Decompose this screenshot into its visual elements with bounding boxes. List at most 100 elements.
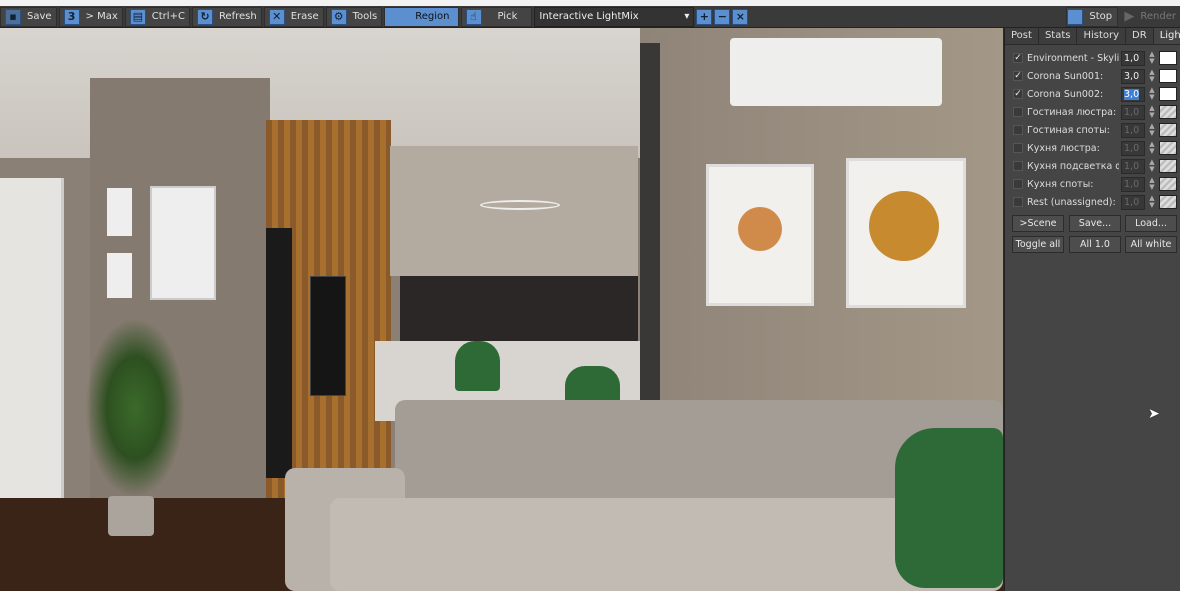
light-row: ✓ Corona Sun002: 3,0 ▲ ▼ <box>1013 86 1179 102</box>
lightmix-select[interactable]: Interactive LightMix ▾ <box>534 6 695 27</box>
light-checkbox[interactable] <box>1013 161 1023 171</box>
spinner-icon[interactable]: ▲ ▼ <box>1148 177 1156 191</box>
tab-lightmix[interactable]: LightMix <box>1153 28 1180 44</box>
light-checkbox[interactable] <box>1013 197 1023 207</box>
zoom-out-icon[interactable]: − <box>714 8 731 25</box>
spinner-icon[interactable]: ▲ ▼ <box>1148 123 1156 137</box>
tools-button[interactable]: ⚙ Tools <box>325 6 383 27</box>
save-lightmix-button[interactable]: Save... <box>1069 215 1121 232</box>
gear-icon: ⚙ <box>330 8 347 25</box>
toggle-all-button[interactable]: Toggle all <box>1012 236 1064 253</box>
panel-tabs: Post Stats History DR LightMix <box>1005 28 1180 45</box>
copy-button[interactable]: ▤ Ctrl+C <box>124 6 190 27</box>
spinner-icon[interactable]: ▲ ▼ <box>1148 105 1156 119</box>
max-button[interactable]: 3 > Max <box>58 6 123 27</box>
to-scene-button[interactable]: >Scene <box>1012 215 1064 232</box>
wall-art <box>706 164 814 306</box>
region-button[interactable]: Region <box>384 6 459 27</box>
hand-icon: ☝ <box>465 8 482 25</box>
light-label: Гостиная люстра: <box>1027 106 1117 118</box>
light-row: Гостиная споты: 1,0 ▲ ▼ <box>1013 122 1179 138</box>
light-color-swatch[interactable] <box>1159 105 1177 119</box>
tab-history[interactable]: History <box>1077 28 1127 44</box>
light-label: Rest (unassigned): <box>1027 196 1116 208</box>
spinner-icon[interactable]: ▲ ▼ <box>1148 69 1156 83</box>
render-viewport[interactable] <box>0 28 1003 591</box>
light-row: Rest (unassigned): 1,0 ▲ ▼ <box>1013 194 1179 210</box>
max-icon: 3 <box>63 8 80 25</box>
plant-pot <box>108 496 154 536</box>
light-color-swatch[interactable] <box>1159 87 1177 101</box>
tab-stats[interactable]: Stats <box>1038 28 1078 44</box>
light-row: Гостиная люстра: 1,0 ▲ ▼ <box>1013 104 1179 120</box>
render-button[interactable]: ▶ Render <box>1120 6 1180 27</box>
light-intensity-input[interactable]: 3,0 <box>1121 68 1145 84</box>
light-checkbox[interactable] <box>1013 143 1023 153</box>
light-color-swatch[interactable] <box>1159 123 1177 137</box>
light-label: Environment - Skylight <box>1027 52 1119 64</box>
zoom-reset-icon[interactable]: × <box>732 8 749 25</box>
pick-button[interactable]: ☝ Pick <box>460 6 533 27</box>
wall-art <box>846 158 966 308</box>
light-color-swatch[interactable] <box>1159 159 1177 173</box>
all-white-button[interactable]: All white <box>1125 236 1177 253</box>
light-checkbox[interactable]: ✓ <box>1013 71 1023 81</box>
green-cushion <box>895 428 1003 588</box>
light-color-swatch[interactable] <box>1159 195 1177 209</box>
tab-post[interactable]: Post <box>1005 28 1039 44</box>
plant <box>85 318 185 498</box>
light-intensity-input[interactable]: 1,0 <box>1121 140 1145 156</box>
light-row: ✓ Corona Sun001: 3,0 ▲ ▼ <box>1013 68 1179 84</box>
spinner-icon[interactable]: ▲ ▼ <box>1148 87 1156 101</box>
spinner-icon[interactable]: ▲ ▼ <box>1148 195 1156 209</box>
light-intensity-input[interactable]: 1,0 <box>1121 194 1145 210</box>
mouse-cursor: ➤ <box>1148 406 1160 422</box>
chevron-down-icon: ▾ <box>684 11 690 22</box>
spinner-icon[interactable]: ▲ ▼ <box>1148 159 1156 173</box>
tab-dr[interactable]: DR <box>1126 28 1154 44</box>
air-conditioner <box>730 38 942 106</box>
light-intensity-input[interactable]: 1,0 <box>1121 50 1145 66</box>
backsplash <box>400 276 638 341</box>
light-label: Кухня подсветка фасадов <box>1027 160 1119 172</box>
light-color-swatch[interactable] <box>1159 177 1177 191</box>
light-label: Corona Sun002: <box>1027 88 1104 100</box>
light-label: Гостиная споты: <box>1027 124 1110 136</box>
wall-art <box>150 186 216 300</box>
load-lightmix-button[interactable]: Load... <box>1125 215 1177 232</box>
light-checkbox[interactable] <box>1013 125 1023 135</box>
all-one-button[interactable]: All 1.0 <box>1069 236 1121 253</box>
stop-button[interactable]: Stop <box>1066 6 1119 27</box>
light-intensity-input[interactable]: 1,0 <box>1121 176 1145 192</box>
wall-art <box>107 253 132 298</box>
chair <box>455 341 500 391</box>
column <box>640 43 660 413</box>
light-label: Corona Sun001: <box>1027 70 1104 82</box>
light-intensity-input[interactable]: 1,0 <box>1121 158 1145 174</box>
light-color-swatch[interactable] <box>1159 69 1177 83</box>
zoom-in-icon[interactable]: + <box>696 8 713 25</box>
spinner-icon[interactable]: ▲ ▼ <box>1148 51 1156 65</box>
light-label: Кухня люстра: <box>1027 142 1100 154</box>
light-checkbox[interactable]: ✓ <box>1013 89 1023 99</box>
light-color-swatch[interactable] <box>1159 141 1177 155</box>
light-intensity-input[interactable]: 3,0 <box>1121 86 1145 102</box>
light-label: Кухня споты: <box>1027 178 1094 190</box>
light-checkbox[interactable] <box>1013 179 1023 189</box>
floppy-icon: ▪ <box>5 8 21 25</box>
play-icon: ▶ <box>1124 9 1135 24</box>
light-row: Кухня подсветка фасадов 1,0 ▲▼ <box>1013 158 1179 174</box>
spinner-icon[interactable]: ▲ ▼ <box>1148 141 1156 155</box>
copy-icon: ▤ <box>129 8 146 25</box>
refresh-button[interactable]: ↻ Refresh <box>191 6 262 27</box>
light-row: ✓ Environment - Skylight 1,0 ▲▼ <box>1013 50 1179 66</box>
save-button[interactable]: ▪ Save <box>0 6 57 27</box>
light-intensity-input[interactable]: 1,0 <box>1121 122 1145 138</box>
light-checkbox[interactable] <box>1013 107 1023 117</box>
light-color-swatch[interactable] <box>1159 51 1177 65</box>
lightmix-panel: Post Stats History DR LightMix ✓ Environ… <box>1004 28 1180 591</box>
light-checkbox[interactable]: ✓ <box>1013 53 1023 63</box>
ovens <box>310 276 346 396</box>
light-intensity-input[interactable]: 1,0 <box>1121 104 1145 120</box>
erase-button[interactable]: ✕ Erase <box>263 6 324 27</box>
